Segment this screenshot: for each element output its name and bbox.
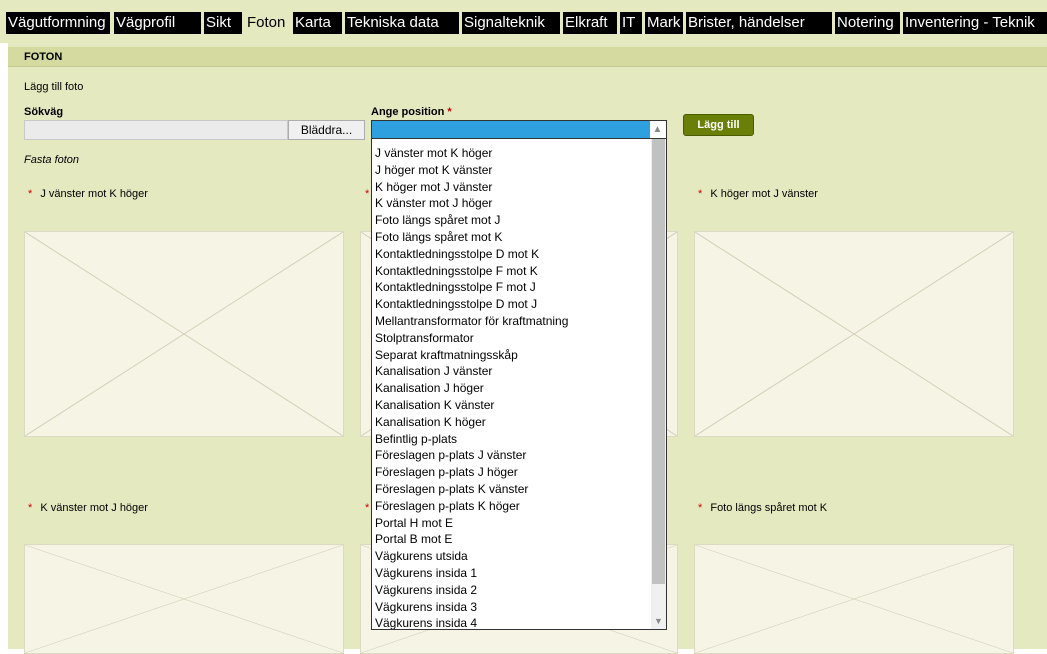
dropdown-option[interactable]: Befintlig p-plats [372,431,651,448]
required-mark: * [365,502,370,514]
dropdown-option[interactable]: K vänster mot J höger [372,195,651,212]
add-photo-button[interactable]: Lägg till [683,114,754,136]
dropdown-option[interactable]: Portal H mot E [372,515,651,532]
tab-karta[interactable]: Karta [293,12,342,34]
tab-vagutformning[interactable]: Vägutformning [6,12,110,34]
photo-slot-label: * K vänster mot J höger [28,502,148,514]
scrollbar-thumb[interactable] [652,139,665,584]
chevron-up-icon[interactable]: ▲ [651,123,664,136]
dropdown-option[interactable]: Portal B mot E [372,531,651,548]
image-placeholder-icon[interactable] [694,544,1014,654]
photo-slot-title: K höger mot J vänster [710,188,818,200]
dropdown-option[interactable]: Kanalisation J höger [372,380,651,397]
tab-bar: Vägutformning Vägprofil Sikt Foton Karta… [0,0,1047,43]
tab-elkraft[interactable]: Elkraft [563,12,617,34]
position-dropdown-list[interactable]: J vänster mot K höger J höger mot K vänst… [371,138,667,630]
file-path-input[interactable] [24,120,288,140]
fixed-photos-heading: Fasta foton [24,154,80,166]
dropdown-option[interactable]: Kanalisation J vänster [372,363,651,380]
required-mark: * [365,188,370,200]
position-label: Ange position * [371,106,452,118]
photo-slot-label: * Foto längs spåret mot K [698,502,827,514]
dropdown-option[interactable]: Föreslagen p-plats K höger [372,498,651,515]
required-mark: * [698,502,703,514]
dropdown-option[interactable]: Vägkurens insida 1 [372,565,651,582]
image-placeholder-icon[interactable] [24,231,344,437]
tab-signalteknik[interactable]: Signalteknik [462,12,560,34]
dropdown-option[interactable]: Kontaktledningsstolpe F mot J [372,279,651,296]
dropdown-option[interactable]: Kontaktledningsstolpe D mot J [372,296,651,313]
dropdown-option[interactable]: Föreslagen p-plats K vänster [372,481,651,498]
add-photo-heading: Lägg till foto [24,81,84,93]
photo-slot-label: * K höger mot J vänster [698,188,818,200]
dropdown-option[interactable]: Vägkurens insida 4 [372,615,651,629]
dropdown-option[interactable]: Vägkurens insida 3 [372,599,651,616]
required-mark: * [698,188,703,200]
dropdown-option[interactable]: Foto längs spåret mot J [372,212,651,229]
photo-slot-label: * J vänster mot K höger [28,188,148,200]
photo-slot-label: * [365,188,369,200]
required-mark: * [28,188,33,200]
browse-button[interactable]: Bläddra... [288,120,365,140]
dropdown-option[interactable]: Vägkurens insida 2 [372,582,651,599]
path-label: Sökväg [24,106,64,118]
dropdown-option[interactable]: Föreslagen p-plats J höger [372,464,651,481]
tab-foton[interactable]: Foton [245,12,290,34]
tab-tekniska-data[interactable]: Tekniska data [345,12,459,34]
section-header: FOTON [8,47,1047,67]
dropdown-option[interactable]: K höger mot J vänster [372,179,651,196]
tab-inventering-teknik[interactable]: Inventering - Teknik [903,12,1047,34]
tab-sikt[interactable]: Sikt [204,12,242,34]
selected-option-highlight[interactable] [372,121,650,138]
dropdown-option[interactable]: Kanalisation K vänster [372,397,651,414]
dropdown-option[interactable]: Mellantransformator för kraftmatning [372,313,651,330]
dropdown-option[interactable]: J höger mot K vänster [372,162,651,179]
dropdown-option[interactable]: Separat kraftmatningsskåp [372,347,651,364]
photo-slot-title: Foto längs spåret mot K [710,502,828,514]
photo-slot-title: J vänster mot K höger [40,188,148,200]
image-placeholder-icon[interactable] [694,231,1014,437]
dropdown-option[interactable]: J vänster mot K höger [372,145,651,162]
tab-brister-handelser[interactable]: Brister, händelser [686,12,832,34]
dropdown-option[interactable]: Kanalisation K höger [372,414,651,431]
dropdown-scrollbar[interactable]: ▼ [651,139,666,629]
required-mark: * [447,106,452,118]
image-placeholder-icon[interactable] [24,544,344,654]
dropdown-option[interactable]: Föreslagen p-plats J vänster [372,447,651,464]
tab-it[interactable]: IT [620,12,642,34]
dropdown-option[interactable]: Kontaktledningsstolpe D mot K [372,246,651,263]
photo-slot-label: * [365,502,369,514]
tab-notering[interactable]: Notering [835,12,900,34]
position-label-text: Ange position [371,106,445,118]
photo-slot-title: K vänster mot J höger [40,502,148,514]
dropdown-option[interactable]: Foto längs spåret mot K [372,229,651,246]
tab-mark[interactable]: Mark [645,12,683,34]
required-mark: * [28,502,33,514]
dropdown-option[interactable]: Kontaktledningsstolpe F mot K [372,263,651,280]
chevron-down-icon[interactable]: ▼ [651,614,666,629]
tab-vagprofil[interactable]: Vägprofil [114,12,201,34]
dropdown-option[interactable]: Vägkurens utsida [372,548,651,565]
option-list: J vänster mot K höger J höger mot K vänst… [372,145,651,629]
section-title: FOTON [24,51,63,63]
dropdown-option[interactable]: Stolptransformator [372,330,651,347]
